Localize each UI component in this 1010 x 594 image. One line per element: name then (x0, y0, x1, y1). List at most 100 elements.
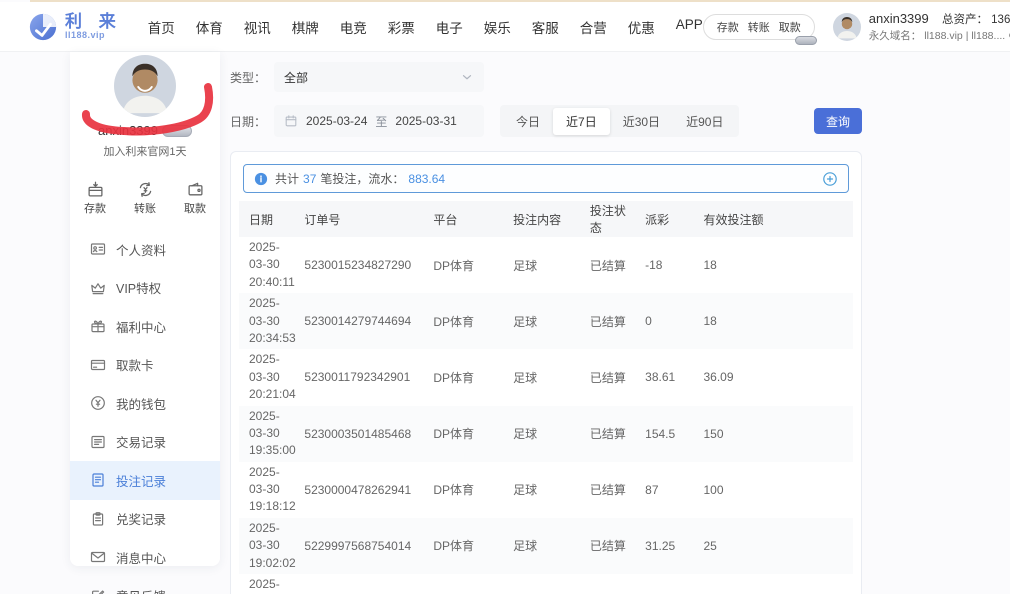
cell-date: 2025-03-3020:21:04 (239, 349, 300, 405)
domain-value: ll188.vip | ll188.... (924, 29, 1005, 43)
nav-item-8[interactable]: 客服 (532, 17, 559, 37)
col-header-1: 订单号 (300, 201, 429, 237)
avatar[interactable] (114, 55, 176, 117)
table-row[interactable]: 2025-03-3019:02:025229997568754014DP体育足球… (239, 518, 853, 574)
sidebar-item-9[interactable]: 意见反馈 (70, 577, 220, 594)
sidebar-item-4[interactable]: 我的钱包 (70, 384, 220, 423)
table-row[interactable]: 2025-03-3019:35:005230003501485468DP体育足球… (239, 406, 853, 462)
quick-range-3[interactable]: 近90日 (673, 108, 736, 135)
crown-icon (90, 280, 106, 296)
bets-panel: 共计 37 笔投注，流水： 883.64 日期订单号平台投注内容投注状态派彩有效… (230, 151, 862, 594)
cell-valid: 18 (699, 293, 853, 349)
col-header-4: 投注状态 (586, 201, 641, 237)
avatar (833, 13, 861, 41)
summary-middle: 笔投注，流水： (320, 170, 404, 187)
table-row[interactable]: 2025-03-3019:18:125230000478262941DP体育足球… (239, 462, 853, 518)
document-icon (90, 472, 106, 488)
cell-order: 5230014279744694 (300, 293, 429, 349)
main-nav: 首页 体育 视讯 棋牌 电竞 彩票 电子 娱乐 客服 合营 优惠 APP (148, 17, 703, 37)
wallet-action-2[interactable]: 取款 (779, 19, 801, 35)
type-select-value: 全部 (284, 69, 308, 86)
brand[interactable]: 利 来 ll188.vip (28, 12, 122, 42)
cell-status: 已结算 (586, 349, 641, 405)
sidebar-item-3[interactable]: 取款卡 (70, 346, 220, 385)
date-to-value: 2025-03-31 (395, 114, 456, 128)
sidebar-item-6[interactable]: 投注记录 (70, 461, 220, 500)
wallet-action-0[interactable]: 存款 (717, 19, 739, 35)
cell-date: 2025-03-3020:34:53 (239, 293, 300, 349)
nav-item-0[interactable]: 首页 (148, 17, 175, 37)
col-header-3: 投注内容 (509, 201, 586, 237)
quick-range-2[interactable]: 近30日 (610, 108, 673, 135)
sidebar-item-2[interactable]: 福利中心 (70, 307, 220, 346)
table-row[interactable]: 2025-03-3020:34:535230014279744694DP体育足球… (239, 293, 853, 349)
main-content: 类型： 全部 日期： 2025-03-24 至 2025-03-31 今日近7日… (230, 52, 862, 594)
cell-platform: DP体育 (429, 406, 509, 462)
quick-range-0[interactable]: 今日 (503, 108, 553, 135)
cell-content: 足球 (509, 574, 586, 594)
user-name: anxin3399 (869, 11, 929, 26)
date-range-input[interactable]: 2025-03-24 至 2025-03-31 (274, 105, 484, 137)
cell-order: 5229997568754014 (300, 518, 429, 574)
expand-plus-icon[interactable] (822, 171, 838, 187)
sidebar-profile: anxin3399 加入利来官网1天 (70, 52, 220, 159)
nav-item-4[interactable]: 电竞 (340, 17, 367, 37)
nav-item-2[interactable]: 视讯 (244, 17, 271, 37)
sidebar-menu: 个人资料VIP特权福利中心取款卡我的钱包交易记录投注记录兑奖记录消息中心意见反馈 (70, 230, 220, 594)
col-header-6: 有效投注额 (699, 201, 853, 237)
type-select[interactable]: 全部 (274, 62, 484, 92)
cell-payout: 87 (641, 462, 699, 518)
nav-item-1[interactable]: 体育 (196, 17, 223, 37)
bets-table: 日期订单号平台投注内容投注状态派彩有效投注额 2025-03-3020:40:1… (239, 201, 853, 594)
table-row[interactable]: 2025-03-3020:21:045230011792342901DP体育足球… (239, 349, 853, 405)
table-body: 2025-03-3020:40:115230015234827290DP体育足球… (239, 237, 853, 594)
nav-item-5[interactable]: 彩票 (388, 17, 415, 37)
bank-card-icon (90, 357, 106, 373)
quick-action-transfer[interactable]: 转账 (134, 181, 156, 216)
nav-item-11[interactable]: APP (676, 17, 703, 37)
table-row[interactable]: 2025-03-3018:53:395229996057171740DP体育足球… (239, 574, 853, 594)
quick-action-deposit[interactable]: 存款 (84, 181, 106, 216)
quick-action-withdraw[interactable]: 取款 (184, 181, 206, 216)
wallet-icon (90, 395, 106, 411)
nav-item-9[interactable]: 合营 (580, 17, 607, 37)
user-chip[interactable]: anxin3399 总资产： 1363.49元 永久域名： ll188.vip … (833, 10, 1010, 43)
calendar-icon (284, 114, 298, 128)
nav-item-6[interactable]: 电子 (436, 17, 463, 37)
table-row[interactable]: 2025-03-3020:40:115230015234827290DP体育足球… (239, 237, 853, 293)
cell-valid: 25 (699, 518, 853, 574)
user-summary: anxin3399 总资产： 1363.49元 (869, 10, 1010, 29)
col-header-5: 派彩 (641, 201, 699, 237)
sidebar-item-5[interactable]: 交易记录 (70, 423, 220, 462)
sidebar-item-0[interactable]: 个人资料 (70, 230, 220, 269)
quick-range-1[interactable]: 近7日 (553, 108, 610, 135)
mail-icon (90, 549, 106, 565)
cell-platform: DP体育 (429, 574, 509, 594)
cell-order: 5229996057171740 (300, 574, 429, 594)
cell-status: 已结算 (586, 574, 641, 594)
nav-item-3[interactable]: 棋牌 (292, 17, 319, 37)
id-card-icon (90, 241, 106, 257)
sidebar-item-1[interactable]: VIP特权 (70, 269, 220, 308)
cell-platform: DP体育 (429, 293, 509, 349)
cell-date: 2025-03-3019:18:12 (239, 462, 300, 518)
wallet-action-1[interactable]: 转账 (748, 19, 770, 35)
chevron-down-icon (460, 70, 474, 84)
cell-date: 2025-03-3019:02:02 (239, 518, 300, 574)
col-header-2: 平台 (429, 201, 509, 237)
summary-amount: 883.64 (408, 172, 445, 186)
nav-item-7[interactable]: 娱乐 (484, 17, 511, 37)
cell-status: 已结算 (586, 406, 641, 462)
type-filter-label: 类型： (230, 69, 274, 86)
cell-payout: 38.61 (641, 349, 699, 405)
cell-valid: 36.09 (699, 349, 853, 405)
cell-date: 2025-03-3018:53:39 (239, 574, 300, 594)
feedback-icon (90, 588, 106, 594)
search-button[interactable]: 查询 (814, 108, 862, 134)
sidebar-item-7[interactable]: 兑奖记录 (70, 500, 220, 539)
sidebar-item-8[interactable]: 消息中心 (70, 538, 220, 577)
sidebar-username: anxin3399 (98, 123, 158, 138)
nav-item-10[interactable]: 优惠 (628, 17, 655, 37)
date-from-value: 2025-03-24 (306, 114, 367, 128)
topbar: 利 来 ll188.vip 首页体育视讯棋牌电竞彩票电子娱乐客服合营优惠APP … (0, 2, 1010, 52)
